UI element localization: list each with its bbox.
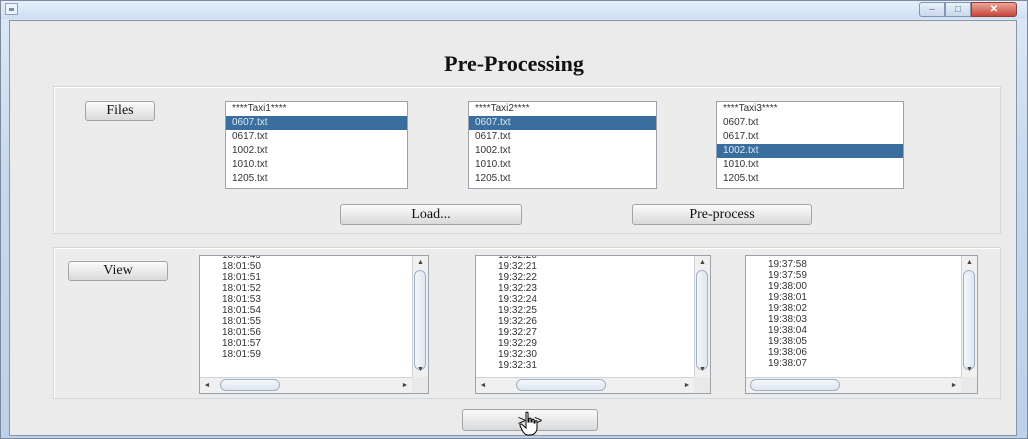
hand-cursor-icon bbox=[519, 411, 538, 436]
list-item[interactable]: 1205.txt bbox=[226, 172, 407, 186]
log-line: 19:32:25 bbox=[498, 305, 537, 316]
log-line: 18:01:51 bbox=[222, 272, 261, 283]
minimize-button[interactable]: – bbox=[919, 2, 945, 17]
log-line: 19:32:21 bbox=[498, 261, 537, 272]
app-window: – □ ✕ Pre-Processing Files ****Taxi1****… bbox=[0, 0, 1028, 439]
scroll-up-icon[interactable]: ▲ bbox=[413, 256, 428, 270]
scroll-thumb[interactable] bbox=[963, 270, 975, 370]
maximize-button[interactable]: □ bbox=[945, 2, 971, 17]
horizontal-scrollbar[interactable]: ◄ ► bbox=[746, 377, 961, 393]
view-pane-taxi3[interactable]: 19:37:58 19:37:59 19:38:00 19:38:01 19:38:02… bbox=[745, 255, 978, 394]
list-header[interactable]: ****Taxi1**** bbox=[226, 102, 407, 116]
log-line: 19:32:29 bbox=[498, 338, 537, 349]
log-line: 18:01:52 bbox=[222, 283, 261, 294]
list-header[interactable]: ****Taxi3**** bbox=[717, 102, 903, 116]
horizontal-scrollbar[interactable]: ◄ ► bbox=[200, 377, 412, 393]
scroll-down-icon[interactable]: ▼ bbox=[695, 363, 710, 377]
log-line: 19:38:01 bbox=[768, 292, 807, 303]
list-header[interactable]: ****Taxi2**** bbox=[469, 102, 656, 116]
view-pane-taxi2[interactable]: 19:32:20 19:32:21 19:32:22 19:32:23 19:32:24… bbox=[475, 255, 711, 394]
log-line: 19:38:05 bbox=[768, 336, 807, 347]
log-line: 18:01:56 bbox=[222, 327, 261, 338]
load-button[interactable]: Load... bbox=[340, 204, 522, 225]
list-item[interactable]: 0607.txt bbox=[226, 116, 407, 130]
scroll-left-icon[interactable]: ◄ bbox=[476, 378, 490, 393]
list-item[interactable]: 0617.txt bbox=[226, 130, 407, 144]
log-line: 18:01:59 bbox=[222, 349, 261, 360]
scroll-up-icon[interactable]: ▲ bbox=[962, 256, 977, 270]
view-button[interactable]: View bbox=[68, 261, 168, 281]
vertical-scrollbar[interactable]: ▲ ▼ bbox=[961, 256, 977, 377]
list-item[interactable]: 1002.txt bbox=[226, 144, 407, 158]
log-line: 19:32:22 bbox=[498, 272, 537, 283]
scroll-corner bbox=[694, 377, 710, 393]
main-content: Pre-Processing Files ****Taxi1**** 0607.t… bbox=[9, 20, 1017, 436]
log-line: 19:32:24 bbox=[498, 294, 537, 305]
list-item[interactable]: 0607.txt bbox=[717, 116, 903, 130]
scroll-corner bbox=[412, 377, 428, 393]
file-list-taxi2[interactable]: ****Taxi2**** 0607.txt 0617.txt 1002.txt 101… bbox=[468, 101, 657, 189]
close-button[interactable]: ✕ bbox=[971, 2, 1017, 17]
log-line: 19:38:03 bbox=[768, 314, 807, 325]
file-list-taxi1[interactable]: ****Taxi1**** 0607.txt 0617.txt 1002.txt 101… bbox=[225, 101, 408, 189]
preprocess-button[interactable]: Pre-process bbox=[632, 204, 812, 225]
file-list-taxi3[interactable]: ****Taxi3**** 0607.txt 0617.txt 1002.txt 101… bbox=[716, 101, 904, 189]
scroll-left-icon[interactable]: ◄ bbox=[200, 378, 214, 393]
list-item[interactable]: 0617.txt bbox=[717, 130, 903, 144]
scroll-thumb[interactable] bbox=[516, 379, 606, 391]
list-item[interactable]: 1205.txt bbox=[469, 172, 656, 186]
log-line: 19:37:58 bbox=[768, 259, 807, 270]
scroll-up-icon[interactable]: ▲ bbox=[695, 256, 710, 270]
log-line: 19:32:23 bbox=[498, 283, 537, 294]
view-lines: 19:32:20 19:32:21 19:32:22 19:32:23 19:32:24… bbox=[476, 256, 694, 377]
list-item[interactable]: 0617.txt bbox=[469, 130, 656, 144]
list-item[interactable]: 1010.txt bbox=[469, 158, 656, 172]
scroll-corner bbox=[961, 377, 977, 393]
scroll-right-icon[interactable]: ► bbox=[398, 378, 412, 393]
window-controls: – □ ✕ bbox=[919, 2, 1017, 17]
scroll-thumb[interactable] bbox=[696, 270, 708, 370]
scroll-right-icon[interactable]: ► bbox=[680, 378, 694, 393]
page-title: Pre-Processing bbox=[444, 51, 584, 76]
list-item[interactable]: 1010.txt bbox=[226, 158, 407, 172]
scroll-thumb[interactable] bbox=[220, 379, 280, 391]
view-lines: 18:01:49 18:01:50 18:01:51 18:01:52 18:01:53… bbox=[200, 256, 412, 377]
vertical-scrollbar[interactable]: ▲ ▼ bbox=[694, 256, 710, 377]
scroll-right-icon[interactable]: ► bbox=[947, 378, 961, 393]
log-line: 19:32:31 bbox=[498, 360, 537, 371]
log-line: 19:37:59 bbox=[768, 270, 807, 281]
list-item[interactable]: 1002.txt bbox=[717, 144, 903, 158]
log-line: 18:01:53 bbox=[222, 294, 261, 305]
log-line: 19:38:04 bbox=[768, 325, 807, 336]
view-lines: 19:37:58 19:37:59 19:38:00 19:38:01 19:38:02… bbox=[746, 259, 961, 377]
list-item[interactable]: 1010.txt bbox=[717, 158, 903, 172]
log-line: 18:01:50 bbox=[222, 261, 261, 272]
vertical-scrollbar[interactable]: ▲ ▼ bbox=[412, 256, 428, 377]
list-item[interactable]: 1002.txt bbox=[469, 144, 656, 158]
log-line: 19:32:30 bbox=[498, 349, 537, 360]
scroll-thumb[interactable] bbox=[414, 270, 426, 370]
log-line: 18:01:57 bbox=[222, 338, 261, 349]
list-item[interactable]: 1205.txt bbox=[717, 172, 903, 186]
title-bar[interactable]: – □ ✕ bbox=[1, 1, 1027, 19]
files-button[interactable]: Files bbox=[85, 101, 155, 121]
app-icon[interactable] bbox=[5, 3, 18, 15]
log-line: 19:38:06 bbox=[768, 347, 807, 358]
log-line: 19:32:26 bbox=[498, 316, 537, 327]
log-line: 19:32:27 bbox=[498, 327, 537, 338]
list-item[interactable]: 0607.txt bbox=[469, 116, 656, 130]
log-line: 19:38:02 bbox=[768, 303, 807, 314]
horizontal-scrollbar[interactable]: ◄ ► bbox=[476, 377, 694, 393]
scroll-down-icon[interactable]: ▼ bbox=[413, 363, 428, 377]
log-line: 19:38:00 bbox=[768, 281, 807, 292]
scroll-thumb[interactable] bbox=[750, 379, 840, 391]
log-line: 18:01:54 bbox=[222, 305, 261, 316]
scroll-down-icon[interactable]: ▼ bbox=[962, 363, 977, 377]
log-line: 19:38:07 bbox=[768, 358, 807, 369]
view-pane-taxi1[interactable]: 18:01:49 18:01:50 18:01:51 18:01:52 18:01:53… bbox=[199, 255, 429, 394]
log-line: 18:01:55 bbox=[222, 316, 261, 327]
